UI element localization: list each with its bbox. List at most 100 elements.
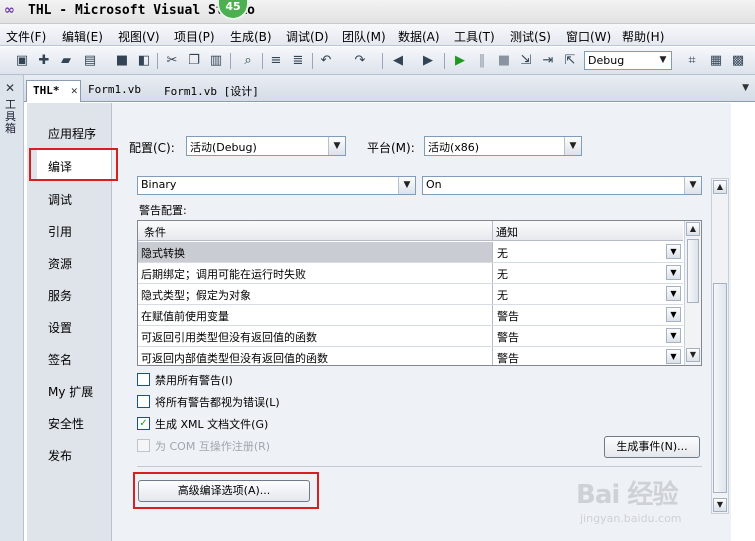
save-icon[interactable]: ■ [114,53,130,69]
nav-settings[interactable]: 设置 [37,311,109,341]
checkbox-box[interactable] [137,395,150,408]
visual-studio-logo-icon: ∞ [4,3,15,18]
pause-icon[interactable]: ‖ [474,53,490,69]
menu-debug[interactable]: 调试(D) [286,28,329,45]
tab-project-properties[interactable]: THL* ✕ [26,80,81,102]
menu-edit[interactable]: 编辑(E) [62,28,103,45]
tab-form1-code[interactable]: Form1.vb [82,80,147,102]
notify-combo[interactable]: 无 ▼ [492,263,683,283]
chevron-down-icon: ▼ [659,55,667,65]
cut-icon[interactable]: ✂ [164,53,180,69]
option-infer-combo[interactable]: On ▼ [422,176,702,195]
menu-window[interactable]: 窗口(W) [566,28,611,45]
table-row[interactable]: 可返回内部值类型但没有返回值的函数 警告 ▼ [138,347,683,365]
undo-icon[interactable]: ↶ [318,53,334,69]
start-debugging-icon[interactable]: ▶ [452,53,468,69]
nav-security[interactable]: 安全性 [37,407,109,437]
save-all-icon[interactable]: ◧ [136,53,152,69]
configuration-combo[interactable]: 活动(Debug) ▼ [186,136,346,156]
step-over-icon[interactable]: ⇥ [540,53,556,69]
tab-overflow-icon[interactable]: ▼ [742,83,749,93]
paste-icon[interactable]: ▥ [208,53,224,69]
comment-icon[interactable]: ≡ [268,53,284,69]
table-row[interactable]: 隐式转换 无 ▼ [138,242,683,263]
chevron-down-icon: ▼ [666,286,681,301]
chevron-down-icon: ▼ [398,177,415,194]
checkbox-box[interactable] [137,373,150,386]
menu-test[interactable]: 测试(S) [510,28,551,45]
highlight-compile-nav [29,148,118,181]
checkmark-icon[interactable]: ✓ [137,417,150,430]
new-project-icon[interactable]: ▣ [14,53,30,69]
scroll-down-icon[interactable]: ▼ [686,348,700,362]
step-out-icon[interactable]: ⇱ [562,53,578,69]
add-new-item-icon[interactable]: ▤ [82,53,98,69]
notify-combo[interactable]: 警告 ▼ [492,305,683,325]
redo-icon[interactable]: ↷ [352,53,368,69]
highlight-advanced-button [133,472,319,509]
scroll-up-icon[interactable]: ▲ [686,222,700,236]
menu-bar: 文件(F) 编辑(E) 视图(V) 项目(P) 生成(B) 调试(D) 团队(M… [0,24,755,46]
title-bar: ∞ THL - Microsoft Visual Studio 45 [0,0,755,24]
build-events-button[interactable]: 生成事件(N)... [604,436,700,458]
page-scroll-thumb[interactable] [713,283,727,493]
configuration-label: 配置(C): [129,141,175,155]
chevron-down-icon: ▼ [684,177,701,194]
watermark-logo-text: Bai 经验 [576,480,678,510]
menu-build[interactable]: 生成(B) [230,28,272,45]
navigate-forward-icon[interactable]: ▶ [420,53,436,69]
scroll-up-icon[interactable]: ▲ [713,180,727,194]
table-row[interactable]: 在赋值前使用变量 警告 ▼ [138,305,683,326]
menu-help[interactable]: 帮助(H) [622,28,664,45]
nav-resources[interactable]: 资源 [37,247,109,277]
notify-combo[interactable]: 警告 ▼ [492,347,683,365]
column-notify[interactable]: 通知 [496,224,518,240]
nav-references[interactable]: 引用 [37,215,109,245]
menu-view[interactable]: 视图(V) [118,28,160,45]
nav-debug[interactable]: 调试 [37,183,109,213]
copy-icon[interactable]: ❐ [186,53,202,69]
stop-icon[interactable]: ■ [496,53,512,69]
tab-form1-designer[interactable]: Form1.vb [设计] [158,80,265,102]
table-row[interactable]: 隐式类型；假定为对象 无 ▼ [138,284,683,305]
platform-combo[interactable]: 活动(x86) ▼ [424,136,582,156]
properties-window-icon[interactable]: ▩ [730,53,746,69]
toolbox-strip[interactable]: ✕ 工具箱 [0,75,24,541]
step-into-icon[interactable]: ⇲ [518,53,534,69]
nav-services[interactable]: 服务 [37,279,109,309]
chevron-down-icon: ▼ [666,328,681,343]
solution-explorer-icon[interactable]: ▦ [708,53,724,69]
uncomment-icon[interactable]: ≣ [290,53,306,69]
notify-combo[interactable]: 无 ▼ [492,284,683,304]
grid-scroll-thumb[interactable] [687,239,699,303]
nav-signing[interactable]: 签名 [37,343,109,373]
find-in-files-icon[interactable]: ⌗ [684,53,700,69]
navigate-back-icon[interactable]: ◀ [390,53,406,69]
menu-data[interactable]: 数据(A) [398,28,440,45]
find-icon[interactable]: ⌕ [240,53,256,69]
chevron-down-icon: ▼ [666,265,681,280]
grid-scrollbar[interactable]: ▲ ▼ [684,221,701,365]
nav-my-extensions[interactable]: My 扩展 [37,375,109,405]
column-condition[interactable]: 条件 [144,224,166,240]
chevron-down-icon: ▼ [666,307,681,322]
notify-combo[interactable]: 警告 ▼ [492,326,683,346]
toolbox-icon: ✕ [5,81,16,95]
menu-tools[interactable]: 工具(T) [454,28,495,45]
table-row[interactable]: 可返回引用类型但没有返回值的函数 警告 ▼ [138,326,683,347]
table-row[interactable]: 后期绑定；调用可能在运行时失败 无 ▼ [138,263,683,284]
page-scrollbar[interactable]: ▲ ▼ [711,178,729,514]
option-compare-combo[interactable]: Binary ▼ [137,176,416,195]
separator [137,466,702,467]
close-icon[interactable]: ✕ [71,84,78,97]
open-file-icon[interactable]: ▰ [58,53,74,69]
menu-project[interactable]: 项目(P) [174,28,215,45]
menu-team[interactable]: 团队(M) [342,28,386,45]
nav-publish[interactable]: 发布 [37,439,109,469]
warning-config-title: 警告配置: [139,204,187,217]
solution-configuration-combo[interactable]: Debug ▼ [584,51,672,70]
add-item-icon[interactable]: ✚ [36,53,52,69]
menu-file[interactable]: 文件(F) [6,28,46,45]
nav-application[interactable]: 应用程序 [37,117,109,147]
notify-combo[interactable]: 无 ▼ [492,242,683,262]
